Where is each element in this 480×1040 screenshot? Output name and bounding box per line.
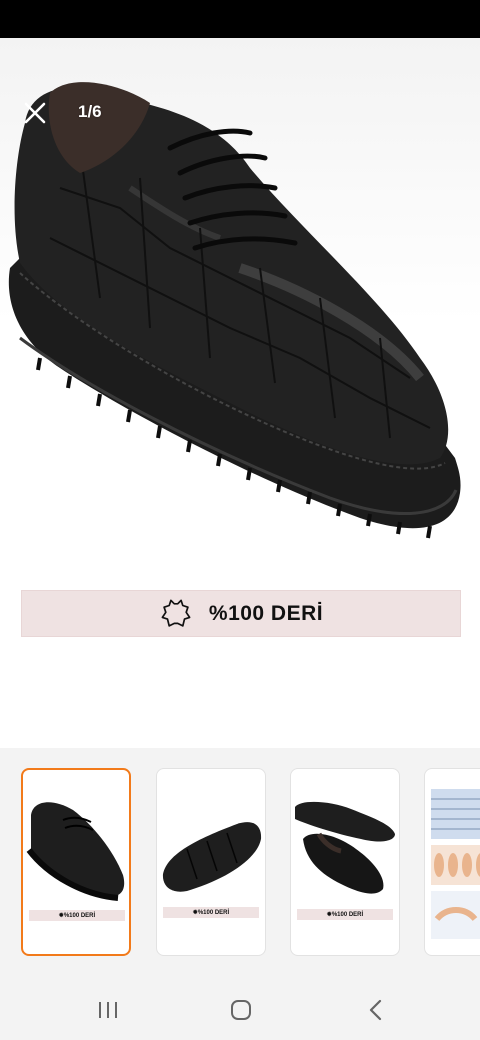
back-button[interactable]	[336, 980, 416, 1040]
leather-banner-text: %100 DERİ	[208, 601, 324, 625]
image-counter: 1/6	[78, 102, 102, 121]
product-image[interactable]: 1/6	[0, 38, 480, 748]
thumbnail-4[interactable]	[424, 768, 480, 956]
close-icon	[24, 102, 46, 124]
thumbnail-image	[295, 801, 395, 894]
thumbnail-3[interactable]: ✹ %100 DERİ	[290, 768, 400, 956]
status-bar	[0, 0, 480, 38]
system-nav-bar	[0, 980, 480, 1040]
thumbnail-strip[interactable]: ✹ %100 DERİ ✹ %100 DERİ ✹ %100 DERİ	[0, 748, 480, 980]
leather-hide-icon: ✹	[326, 912, 332, 918]
thumbnail-banner: ✹ %100 DERİ	[163, 907, 259, 918]
thumbnail-banner: ✹ %100 DERİ	[297, 909, 393, 920]
recents-button[interactable]	[68, 980, 148, 1040]
thumbnail-banner: ✹ %100 DERİ	[29, 910, 125, 921]
thumbnail-image	[26, 802, 125, 901]
recents-icon	[99, 1002, 117, 1018]
close-button[interactable]	[18, 96, 52, 130]
leather-hide-icon: ✹	[192, 910, 198, 916]
home-button[interactable]	[201, 980, 281, 1040]
leather-hide-icon: ✹	[58, 913, 64, 919]
shoe-image	[8, 82, 461, 539]
size-chart-image	[431, 789, 480, 939]
thumbnail-1[interactable]: ✹ %100 DERİ	[21, 768, 131, 956]
back-icon	[369, 999, 382, 1021]
leather-hide-icon	[161, 599, 191, 627]
thumbnail-2[interactable]: ✹ %100 DERİ	[156, 768, 266, 956]
thumbnail-image	[162, 822, 262, 892]
leather-banner: %100 DERİ	[21, 590, 461, 637]
home-icon	[231, 1000, 251, 1020]
